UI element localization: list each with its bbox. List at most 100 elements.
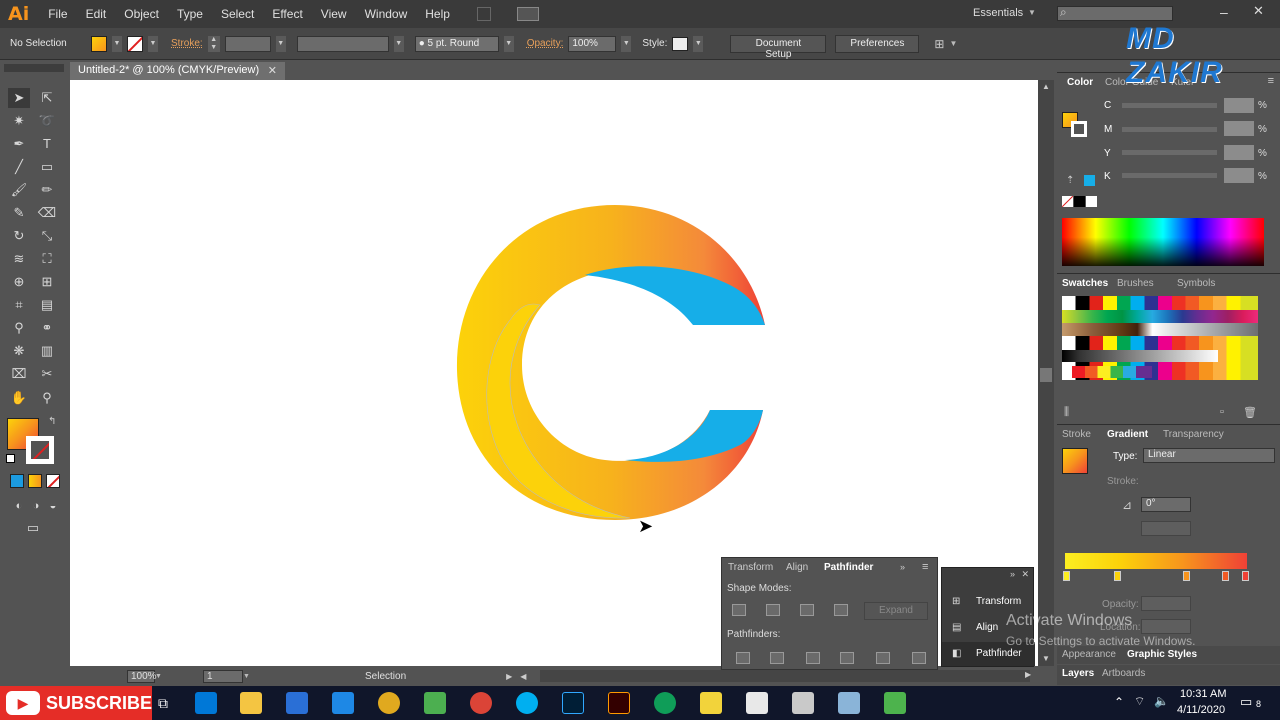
tab-color[interactable]: Color [1067, 77, 1093, 88]
network-app-icon[interactable] [792, 692, 814, 714]
zoom-tool-icon[interactable]: ⚲ [36, 388, 58, 408]
stroke-weight-dropdown-icon[interactable]: ▼ [275, 35, 286, 52]
tab-brushes[interactable]: Brushes [1117, 278, 1154, 289]
trim-icon[interactable] [770, 652, 784, 664]
magenta-field[interactable] [1224, 121, 1254, 136]
preferences-button[interactable]: Preferences [835, 34, 920, 53]
eraser-tool-icon[interactable]: ⌫ [36, 203, 58, 223]
notepad-icon[interactable] [838, 692, 860, 714]
gradient-tool-icon[interactable]: ▤ [36, 295, 58, 315]
line-tool-icon[interactable]: ╱ [8, 157, 30, 177]
color-panel-stroke[interactable] [1071, 121, 1087, 137]
menu-effect[interactable]: Effect [263, 7, 311, 21]
illustrator-icon[interactable] [608, 692, 630, 714]
tab-gradient[interactable]: Gradient [1107, 429, 1148, 440]
tray-volume-icon[interactable]: 🔈 [1154, 694, 1169, 708]
location-field[interactable] [1141, 619, 1191, 634]
stroke-none-swatch[interactable] [127, 35, 143, 52]
style-swatch[interactable] [672, 36, 689, 51]
swatch-row-4[interactable] [1062, 350, 1218, 362]
arrange-dropdown-icon[interactable]: ▼ [949, 39, 957, 48]
tray-people-icon[interactable]: ⌃ [1114, 695, 1124, 709]
gradient-preview-swatch[interactable] [1062, 448, 1088, 474]
blob-brush-tool-icon[interactable]: ✎ [8, 203, 30, 223]
camtasia-icon[interactable] [884, 692, 906, 714]
zoom-dropdown-icon[interactable]: ▼ [155, 673, 165, 680]
menu-view[interactable]: View [312, 7, 356, 21]
mesh-tool-icon[interactable]: ⌗ [8, 295, 30, 315]
workspace-dropdown-icon[interactable]: ▼ [1028, 8, 1036, 17]
minimize-icon[interactable]: – [1220, 4, 1228, 20]
cyan-slider[interactable] [1122, 103, 1217, 108]
gamut-swatch[interactable] [1084, 175, 1095, 186]
pf-tab-transform[interactable]: Transform [728, 562, 773, 573]
column-graph-tool-icon[interactable]: ▥ [36, 341, 58, 361]
stroke-swatch-large[interactable] [26, 436, 54, 464]
pencil-tool-icon[interactable]: ✏ [36, 180, 58, 200]
dock-collapse-icon[interactable]: » [1010, 569, 1015, 579]
black-slider[interactable] [1122, 173, 1217, 178]
swatch-row-2[interactable] [1062, 310, 1258, 323]
none-mode-icon[interactable] [46, 474, 60, 488]
scroll-down-icon[interactable]: ▼ [1042, 654, 1050, 663]
rectangle-tool-icon[interactable]: ▭ [36, 157, 58, 177]
subscribe-button[interactable]: ▶ SUBSCRIBE [0, 686, 152, 720]
menu-edit[interactable]: Edit [77, 7, 116, 21]
dock-close-icon[interactable]: ✕ [1021, 569, 1029, 580]
magenta-slider[interactable] [1122, 127, 1217, 132]
skype-icon[interactable] [516, 692, 538, 714]
photoshop-icon[interactable] [562, 692, 584, 714]
gradient-stop-5[interactable] [1242, 571, 1249, 581]
tab-transparency[interactable]: Transparency [1163, 429, 1224, 440]
workspace-switcher[interactable]: Essentials [973, 7, 1023, 19]
tab-symbols[interactable]: Symbols [1177, 278, 1215, 289]
symbol-sprayer-tool-icon[interactable]: ❋ [8, 341, 30, 361]
tab-swatches[interactable]: Swatches [1062, 278, 1108, 289]
pf-tab-pathfinder[interactable]: Pathfinder [816, 558, 882, 576]
variable-width-dropdown-icon[interactable]: ▼ [393, 35, 404, 52]
stroke-weight-stepper[interactable]: ▲ ▼ [207, 35, 220, 52]
menu-select[interactable]: Select [212, 7, 263, 21]
color-spectrum[interactable] [1062, 218, 1264, 266]
free-transform-tool-icon[interactable]: ⛶ [36, 249, 58, 269]
new-swatch-icon[interactable]: ▫ [1220, 406, 1224, 418]
opacity-field[interactable]: 100% [568, 35, 617, 52]
angle-field[interactable]: 0° [1141, 497, 1191, 512]
brush-field[interactable]: ● 5 pt. Round [414, 35, 499, 52]
artboard-tool-icon[interactable]: ⌧ [8, 364, 30, 384]
flash-player-icon[interactable] [700, 692, 722, 714]
menu-type[interactable]: Type [168, 7, 212, 21]
gradient-stop-4[interactable] [1222, 571, 1229, 581]
arrange-documents-icon[interactable] [516, 7, 539, 21]
app-4g-icon[interactable] [424, 692, 446, 714]
zoom-field[interactable]: 100% [127, 669, 157, 683]
toolbox-header[interactable] [4, 64, 64, 72]
blend-tool-icon[interactable]: ⚭ [36, 318, 58, 338]
status-menu-icon[interactable]: ▶ [506, 672, 512, 681]
pf-collapse-icon[interactable]: » [900, 562, 905, 572]
scroll-up-icon[interactable]: ▲ [1042, 82, 1050, 91]
variable-width-field[interactable] [296, 35, 389, 52]
unite-icon[interactable] [732, 604, 746, 616]
direct-selection-tool-icon[interactable]: ⇱ [36, 88, 58, 108]
minus-front-icon[interactable] [766, 604, 780, 616]
tray-network-icon[interactable]: ⌔ [1134, 694, 1145, 709]
swatch-libraries-icon[interactable]: ⫼ [1064, 406, 1069, 419]
fill-color-swatch[interactable] [91, 35, 107, 52]
merge-icon[interactable] [806, 652, 820, 664]
white-swatch[interactable] [1086, 196, 1097, 207]
scale-tool-icon[interactable]: ⤡ [36, 226, 58, 246]
style-dropdown-icon[interactable]: ▼ [693, 35, 704, 52]
intersect-icon[interactable] [800, 604, 814, 616]
aspect-ratio-field[interactable] [1141, 521, 1191, 536]
close-icon[interactable]: ✕ [1253, 3, 1264, 19]
none-swatch[interactable] [1062, 196, 1073, 207]
vertical-scrollbar[interactable]: ▲ ▼ [1038, 80, 1054, 666]
chrome-2-icon[interactable] [654, 692, 676, 714]
swatch-row-5[interactable] [1072, 366, 1152, 378]
selection-tool-icon[interactable]: ➤ [8, 88, 30, 108]
scroll-thumb[interactable] [1040, 368, 1052, 382]
task-view-icon[interactable]: ⧉ [152, 692, 174, 714]
screen-mode-icon[interactable]: ▭ [22, 518, 44, 538]
gradient-mode-icon[interactable] [28, 474, 42, 488]
